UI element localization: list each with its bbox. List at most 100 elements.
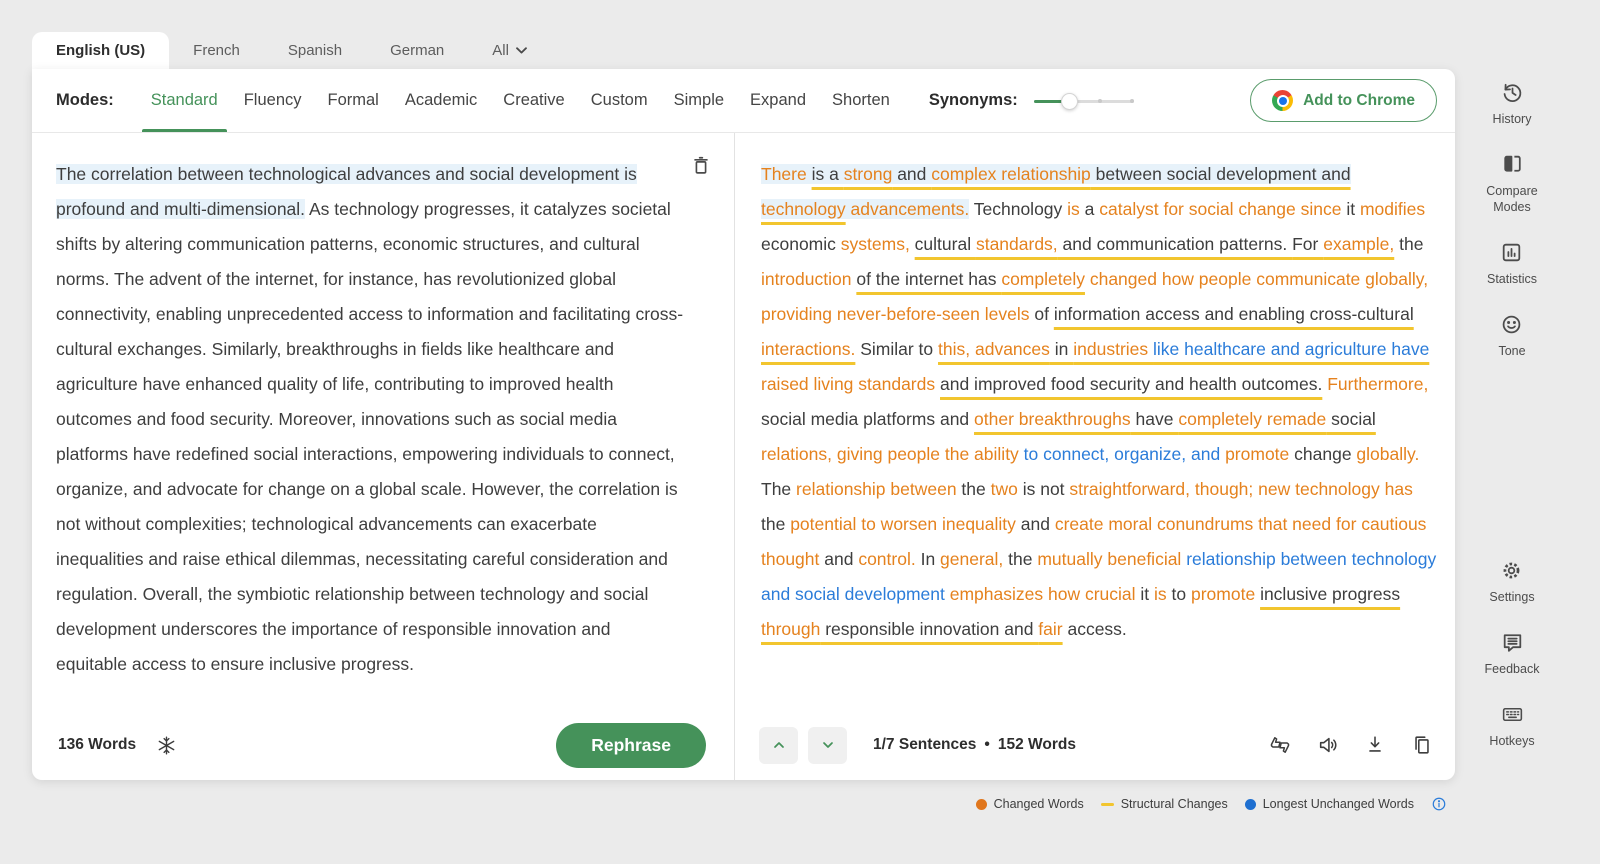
sidebar-item-history[interactable]: History — [1493, 80, 1531, 127]
changed-word[interactable]: mutually beneficial — [1037, 549, 1181, 569]
output-word[interactable]: and communication patterns. — [1058, 234, 1292, 254]
delete-text-icon[interactable] — [690, 155, 712, 177]
mode-academic[interactable]: Academic — [392, 69, 490, 132]
output-word[interactable]: the — [957, 479, 991, 499]
longest-unchanged-word[interactable]: to connect, organize, and — [1024, 444, 1221, 464]
input-text[interactable]: The correlation between technological ad… — [56, 157, 684, 682]
tab-english-us[interactable]: English (US) — [32, 32, 170, 69]
changed-word[interactable]: fair — [1038, 619, 1062, 639]
output-word[interactable]: information access and enabling cross-cu… — [1054, 304, 1414, 324]
changed-word[interactable]: completely — [1001, 269, 1085, 289]
output-word[interactable]: change — [1289, 444, 1356, 464]
output-word[interactable]: the — [761, 514, 790, 534]
changed-word[interactable]: standards, — [976, 234, 1058, 254]
changed-word[interactable]: is — [1067, 199, 1080, 219]
freeze-words-icon[interactable] — [156, 735, 177, 756]
changed-word[interactable]: promote — [1191, 584, 1255, 604]
output-word[interactable]: For — [1292, 234, 1323, 254]
output-word[interactable]: of the internet has — [856, 269, 1001, 289]
tab-french[interactable]: French — [169, 32, 264, 69]
changed-word[interactable]: through — [761, 619, 820, 639]
output-word[interactable]: is a — [811, 164, 844, 184]
feedback-thumbs-icon[interactable] — [1268, 733, 1292, 757]
output-word[interactable]: access. — [1063, 619, 1126, 639]
output-word[interactable]: and — [819, 549, 858, 569]
changed-word[interactable]: modifies — [1360, 199, 1425, 219]
previous-sentence-button[interactable] — [759, 726, 798, 764]
output-word[interactable]: and improved food security and health ou… — [940, 374, 1322, 394]
sidebar-item-feedback[interactable]: Feedback — [1485, 630, 1539, 677]
copy-icon[interactable] — [1411, 734, 1433, 756]
output-word[interactable]: social — [1326, 409, 1376, 429]
changed-word[interactable]: relationship between — [796, 479, 957, 499]
output-word[interactable]: and — [1016, 514, 1055, 534]
mode-simple[interactable]: Simple — [661, 69, 737, 132]
tab-german[interactable]: German — [366, 32, 468, 69]
output-word[interactable]: cultural — [915, 234, 976, 254]
changed-word[interactable]: general, — [940, 549, 1003, 569]
changed-word[interactable]: two — [991, 479, 1018, 499]
output-word[interactable]: to — [1167, 584, 1191, 604]
output-word[interactable]: in — [1050, 339, 1073, 359]
output-word[interactable]: a — [1080, 199, 1099, 219]
changed-word[interactable]: systems, — [841, 234, 915, 254]
changed-word[interactable]: industries — [1073, 339, 1153, 359]
read-aloud-icon[interactable] — [1317, 734, 1339, 756]
output-word[interactable]: In — [916, 549, 940, 569]
mode-formal[interactable]: Formal — [315, 69, 392, 132]
download-icon[interactable] — [1364, 734, 1386, 756]
output-word[interactable]: between social development and — [1090, 164, 1351, 184]
changed-word[interactable]: potential to worsen inequality — [790, 514, 1016, 534]
mode-standard[interactable]: Standard — [138, 69, 231, 132]
output-word[interactable]: Technology — [969, 199, 1067, 219]
output-word[interactable]: it — [1136, 584, 1154, 604]
sidebar-item-hotkeys[interactable]: Hotkeys — [1489, 702, 1535, 749]
sidebar-item-settings[interactable]: Settings — [1489, 558, 1535, 605]
output-word[interactable]: have — [1131, 409, 1179, 429]
output-word[interactable]: of — [1029, 304, 1053, 324]
output-word[interactable]: is not — [1018, 479, 1070, 499]
input-body-text[interactable]: As technology progresses, it catalyzes s… — [56, 199, 683, 674]
mode-expand[interactable]: Expand — [737, 69, 819, 132]
longest-unchanged-word[interactable]: like healthcare and agriculture have — [1153, 339, 1429, 359]
tab-spanish[interactable]: Spanish — [264, 32, 366, 69]
tab-all[interactable]: All — [468, 32, 551, 69]
changed-word[interactable]: interactions. — [761, 339, 855, 359]
output-word[interactable]: the — [1394, 234, 1423, 254]
next-sentence-button[interactable] — [808, 726, 847, 764]
output-word[interactable]: inclusive progress — [1260, 584, 1400, 604]
changed-word[interactable]: is — [1154, 584, 1167, 604]
synonyms-slider[interactable] — [1033, 92, 1134, 110]
changed-word[interactable]: advancements. — [845, 199, 970, 219]
changed-word[interactable]: complex relationship — [931, 164, 1091, 184]
changed-word[interactable]: emphasizes how crucial — [950, 584, 1136, 604]
output-word[interactable]: Similar to — [855, 339, 938, 359]
changed-word[interactable]: straightforward, though; new technology … — [1069, 479, 1412, 499]
changed-word[interactable]: catalyst for social change since — [1099, 199, 1341, 219]
legend-info-icon[interactable] — [1431, 796, 1447, 812]
sidebar-item-compare-modes[interactable]: Compare Modes — [1469, 152, 1555, 215]
output-word[interactable]: and — [892, 164, 932, 184]
output-word[interactable]: the — [1003, 549, 1037, 569]
changed-word[interactable]: other breakthroughs — [974, 409, 1131, 429]
changed-word[interactable]: raised living standards — [761, 374, 935, 394]
output-word[interactable]: it — [1341, 199, 1359, 219]
output-word[interactable]: The — [761, 479, 796, 499]
changed-word[interactable]: control. — [858, 549, 915, 569]
changed-word[interactable]: this, advances — [938, 339, 1050, 359]
changed-word[interactable]: promote — [1225, 444, 1289, 464]
changed-word[interactable]: completely remade — [1178, 409, 1326, 429]
add-to-chrome-button[interactable]: Add to Chrome — [1250, 79, 1437, 122]
output-word[interactable]: social media platforms and — [761, 409, 974, 429]
mode-creative[interactable]: Creative — [490, 69, 577, 132]
mode-shorten[interactable]: Shorten — [819, 69, 903, 132]
changed-word[interactable]: technology — [761, 199, 846, 219]
changed-word[interactable]: example, — [1323, 234, 1394, 254]
changed-word[interactable]: introduction — [761, 269, 856, 289]
changed-word[interactable]: strong — [843, 164, 893, 184]
output-word[interactable]: responsible innovation and — [820, 619, 1038, 639]
mode-fluency[interactable]: Fluency — [231, 69, 315, 132]
mode-custom[interactable]: Custom — [578, 69, 661, 132]
changed-word[interactable]: globally. — [1356, 444, 1419, 464]
slider-thumb[interactable] — [1060, 92, 1078, 110]
